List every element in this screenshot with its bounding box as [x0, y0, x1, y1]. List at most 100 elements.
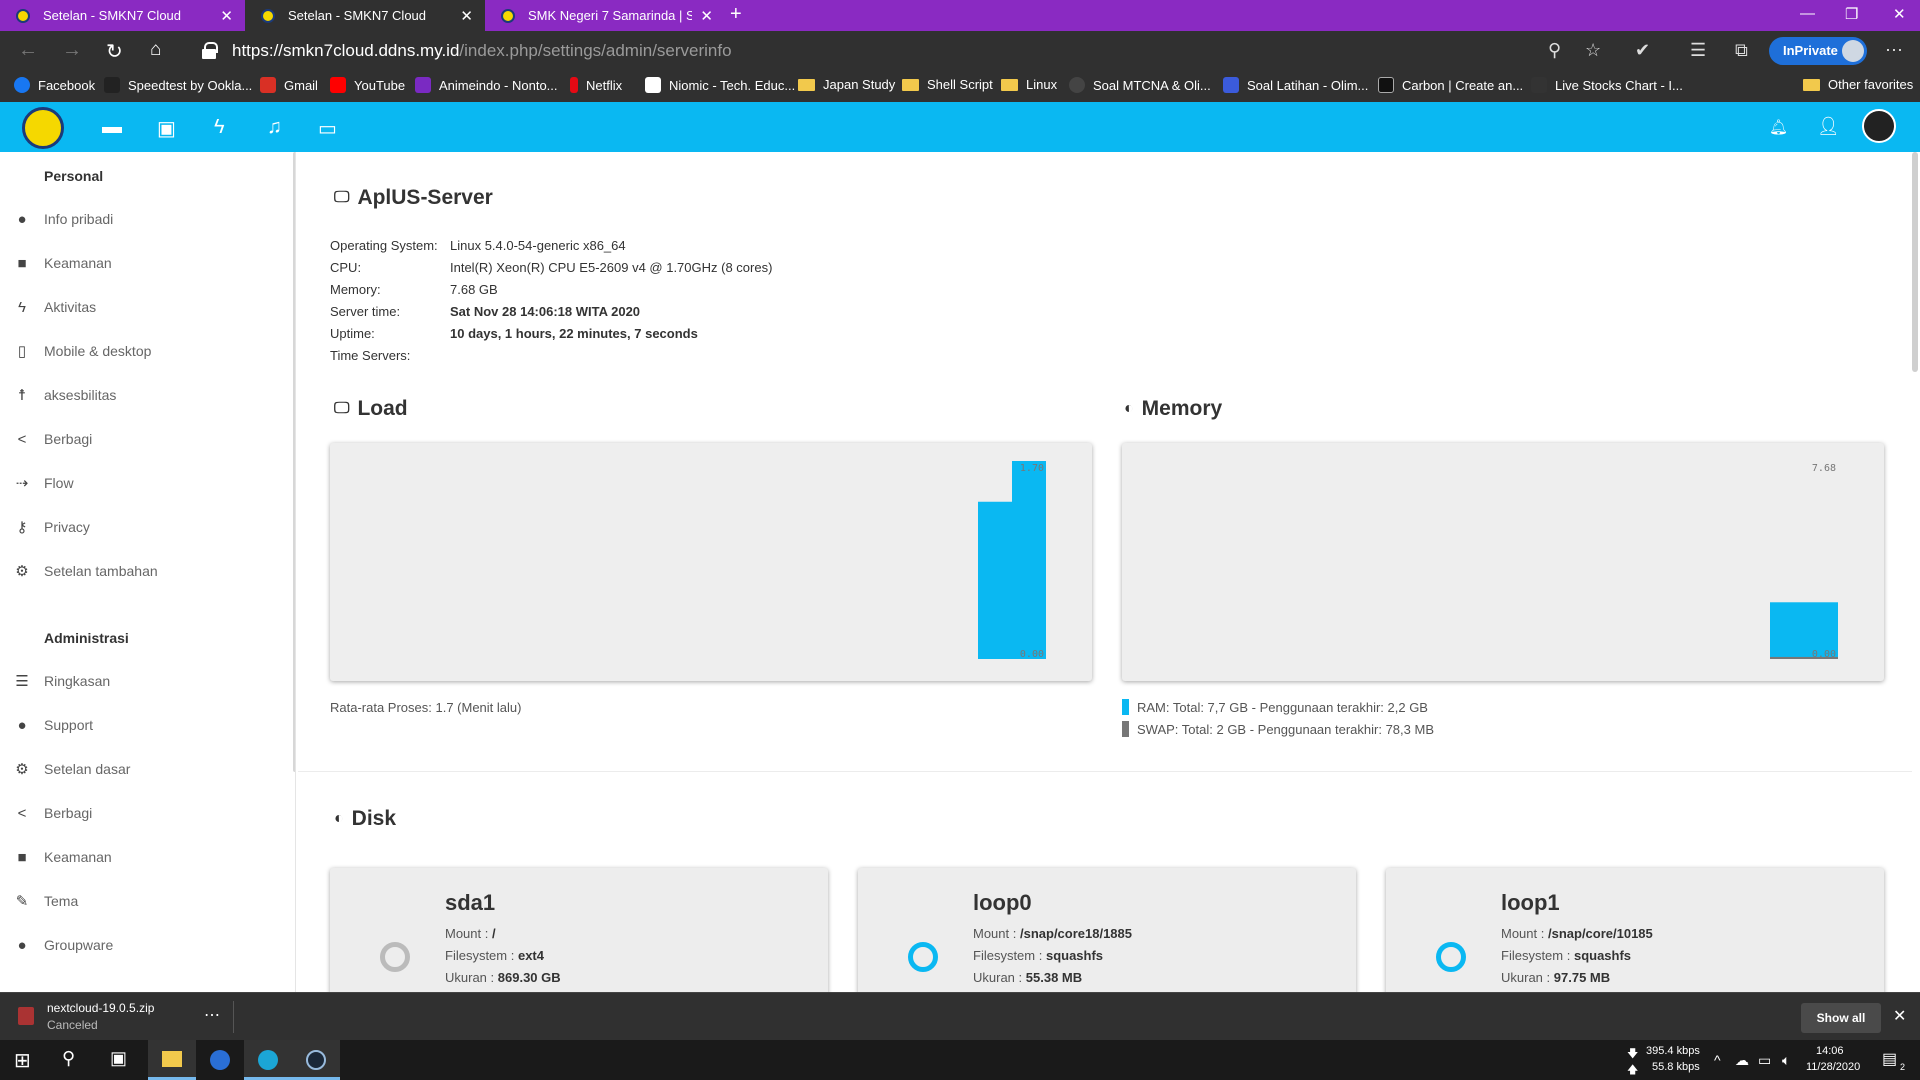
main-scrollbar[interactable] — [1912, 152, 1918, 372]
favorite-star-icon[interactable]: ☆ — [1585, 40, 1601, 61]
disk-usage-ring — [380, 942, 410, 972]
music-icon[interactable]: ♫ — [267, 116, 282, 139]
soal-latihan-icon — [1223, 77, 1239, 93]
favorite-speedtest[interactable]: Speedtest by Ookla... — [104, 77, 252, 93]
terminal-icon[interactable]: ▭ — [318, 116, 337, 141]
download-more-icon[interactable]: ⋯ — [204, 1005, 220, 1025]
favorite-folder-japan-study[interactable]: Japan Study — [798, 77, 895, 92]
carbon-icon — [1378, 77, 1394, 93]
sidebar-item-tema[interactable]: ✎ Tema — [0, 883, 290, 919]
favorite-label: Gmail — [284, 77, 318, 93]
favorite-soal-latihan[interactable]: Soal Latihan - Olim... — [1223, 77, 1368, 93]
favorite-live-stocks[interactable]: Live Stocks Chart - I... — [1531, 77, 1683, 93]
inprivate-button[interactable]: InPrivate — [1769, 37, 1867, 65]
onedrive-cloud-icon[interactable]: ☁ — [1735, 1052, 1749, 1069]
taskbar-file-explorer[interactable] — [148, 1040, 196, 1080]
disk-name: loop1 — [1501, 890, 1560, 915]
sidebar-scrollbar[interactable] — [293, 152, 295, 772]
refresh-icon[interactable]: ↻ — [106, 39, 123, 64]
notification-count: 2 — [1900, 1062, 1906, 1072]
clock-date[interactable]: 11/28/2020 — [1806, 1061, 1860, 1073]
sidebar-item-support[interactable]: ● Support — [0, 707, 290, 743]
sidebar-item-info-pribadi[interactable]: ● Info pribadi — [0, 201, 290, 237]
sidebar-item-berbagi-admin[interactable]: < Berbagi — [0, 795, 290, 831]
taskbar-app[interactable] — [196, 1040, 244, 1080]
user-avatar[interactable] — [1862, 109, 1896, 143]
favorites-list-icon[interactable]: ☰ — [1690, 40, 1706, 61]
sidebar-item-ringkasan[interactable]: ☰ Ringkasan — [0, 663, 290, 699]
minimize-icon[interactable]: — — [1800, 5, 1815, 22]
disk-filesystem: Filesystem : squashfs — [1501, 948, 1632, 963]
show-all-button[interactable]: Show all — [1801, 1003, 1881, 1033]
taskbar-edge[interactable] — [244, 1040, 292, 1080]
tray-expand-icon[interactable]: ^ — [1714, 1052, 1721, 1068]
restore-icon[interactable]: ❐ — [1845, 5, 1858, 23]
clock-time[interactable]: 14:06 — [1816, 1045, 1844, 1057]
sidebar-item-aktivitas[interactable]: ϟ Aktivitas — [0, 289, 290, 325]
other-favorites-label: Other favorites — [1828, 77, 1914, 92]
school-logo[interactable] — [22, 107, 64, 149]
browser-tab-2[interactable]: Setelan - SMKN7 Cloud ✕ — [245, 0, 485, 31]
files-folder-icon[interactable]: ▬ — [102, 116, 122, 139]
sidebar-item-groupware[interactable]: ● Groupware — [0, 927, 290, 963]
sidebar-item-setelan-tambahan[interactable]: ⚙ Setelan tambahan — [0, 553, 290, 589]
favorite-youtube[interactable]: YouTube — [330, 77, 405, 93]
photos-icon[interactable]: ▣ — [157, 116, 176, 141]
server-heading: 🖵 AplUS-Server — [334, 186, 493, 210]
favorite-soal-mtcna[interactable]: Soal MTCNA & Oli... — [1069, 77, 1211, 93]
sidebar-item-keamanan[interactable]: ■ Keamanan — [0, 245, 290, 281]
more-menu-icon[interactable]: ⋯ — [1885, 40, 1903, 61]
collections-icon[interactable]: ⧉ — [1735, 40, 1748, 61]
close-icon[interactable]: ✕ — [220, 7, 233, 25]
sidebar-section-administrasi: Administrasi — [44, 630, 129, 646]
lock-icon[interactable] — [202, 42, 218, 59]
sidebar-item-aksesbilitas[interactable]: ☨ aksesbilitas — [0, 377, 290, 413]
windows-start-icon[interactable]: ⊞ — [14, 1048, 31, 1073]
new-tab-plus-icon[interactable]: + — [730, 3, 742, 26]
volume-icon[interactable]: 🔈︎ — [1782, 1052, 1790, 1069]
forward-arrow-icon[interactable]: → — [62, 39, 82, 62]
task-view-icon[interactable]: ▣ — [110, 1048, 127, 1069]
browser-tab-1[interactable]: Setelan - SMKN7 Cloud ✕ — [0, 0, 245, 31]
net-up-speed: 55.8 kbps — [1652, 1061, 1700, 1073]
sidebar-item-privacy[interactable]: ⚷ Privacy — [0, 509, 290, 545]
browser-tab-3[interactable]: SMK Negeri 7 Samarinda | Selam ✕ — [485, 0, 725, 31]
favorite-animeindo[interactable]: Animeindo - Nonto... — [415, 77, 558, 93]
y-tick-label-top: 7.68 — [1812, 463, 1836, 474]
contacts-icon[interactable]: 👤︎ — [1817, 116, 1840, 137]
download-bar-close-icon[interactable]: ✕ — [1893, 1006, 1906, 1026]
notifications-bell-icon[interactable]: 🔔︎ — [1769, 118, 1788, 136]
favorite-gmail[interactable]: Gmail — [260, 77, 318, 93]
network-icon[interactable]: ▭ — [1758, 1052, 1771, 1069]
address-bar[interactable]: https://smkn7cloud.ddns.my.id/index.php/… — [190, 36, 1590, 66]
sidebar-item-keamanan-admin[interactable]: ■ Keamanan — [0, 839, 290, 875]
home-icon[interactable]: ⌂ — [150, 39, 161, 61]
mikrotik-icon — [1069, 77, 1085, 93]
sidebar-item-berbagi[interactable]: < Berbagi — [0, 421, 290, 457]
download-filename[interactable]: nextcloud-19.0.5.zip — [47, 1001, 154, 1015]
section-divider — [298, 771, 1912, 772]
sidebar-item-setelan-dasar[interactable]: ⚙ Setelan dasar — [0, 751, 290, 787]
sidebar-item-flow[interactable]: ⇢ Flow — [0, 465, 290, 501]
other-favorites[interactable]: Other favorites — [1803, 77, 1913, 92]
favorite-folder-shell-script[interactable]: Shell Script — [902, 77, 993, 92]
taskbar-steam[interactable] — [292, 1040, 340, 1080]
notification-center-icon[interactable]: ▤ — [1882, 1049, 1897, 1069]
window-close-icon[interactable]: ✕ — [1893, 5, 1906, 23]
close-icon[interactable]: ✕ — [460, 7, 473, 25]
extension-icon[interactable]: ✔ — [1635, 40, 1650, 61]
favorite-netflix[interactable]: Netflix — [570, 77, 622, 93]
favorite-carbon[interactable]: Carbon | Create an... — [1378, 77, 1523, 93]
favorite-facebook[interactable]: Facebook — [14, 77, 95, 93]
back-arrow-icon[interactable]: ← — [18, 39, 38, 62]
zoom-icon[interactable]: ⚲ — [1548, 40, 1561, 61]
sidebar-item-mobile-desktop[interactable]: ▯ Mobile & desktop — [0, 333, 290, 369]
ram-legend: RAM: Total: 7,7 GB - Penggunaan terakhir… — [1122, 699, 1428, 715]
favorite-folder-linux[interactable]: Linux — [1001, 77, 1057, 92]
uptime-label: Uptime: — [330, 326, 375, 341]
favorite-niomic[interactable]: Niomic - Tech. Educ... — [645, 77, 795, 93]
activity-lightning-icon[interactable]: ϟ — [214, 116, 225, 139]
url-path: /index.php/settings/admin/serverinfo — [459, 41, 732, 60]
search-icon[interactable]: ⚲ — [62, 1048, 75, 1069]
close-icon[interactable]: ✕ — [700, 7, 713, 25]
